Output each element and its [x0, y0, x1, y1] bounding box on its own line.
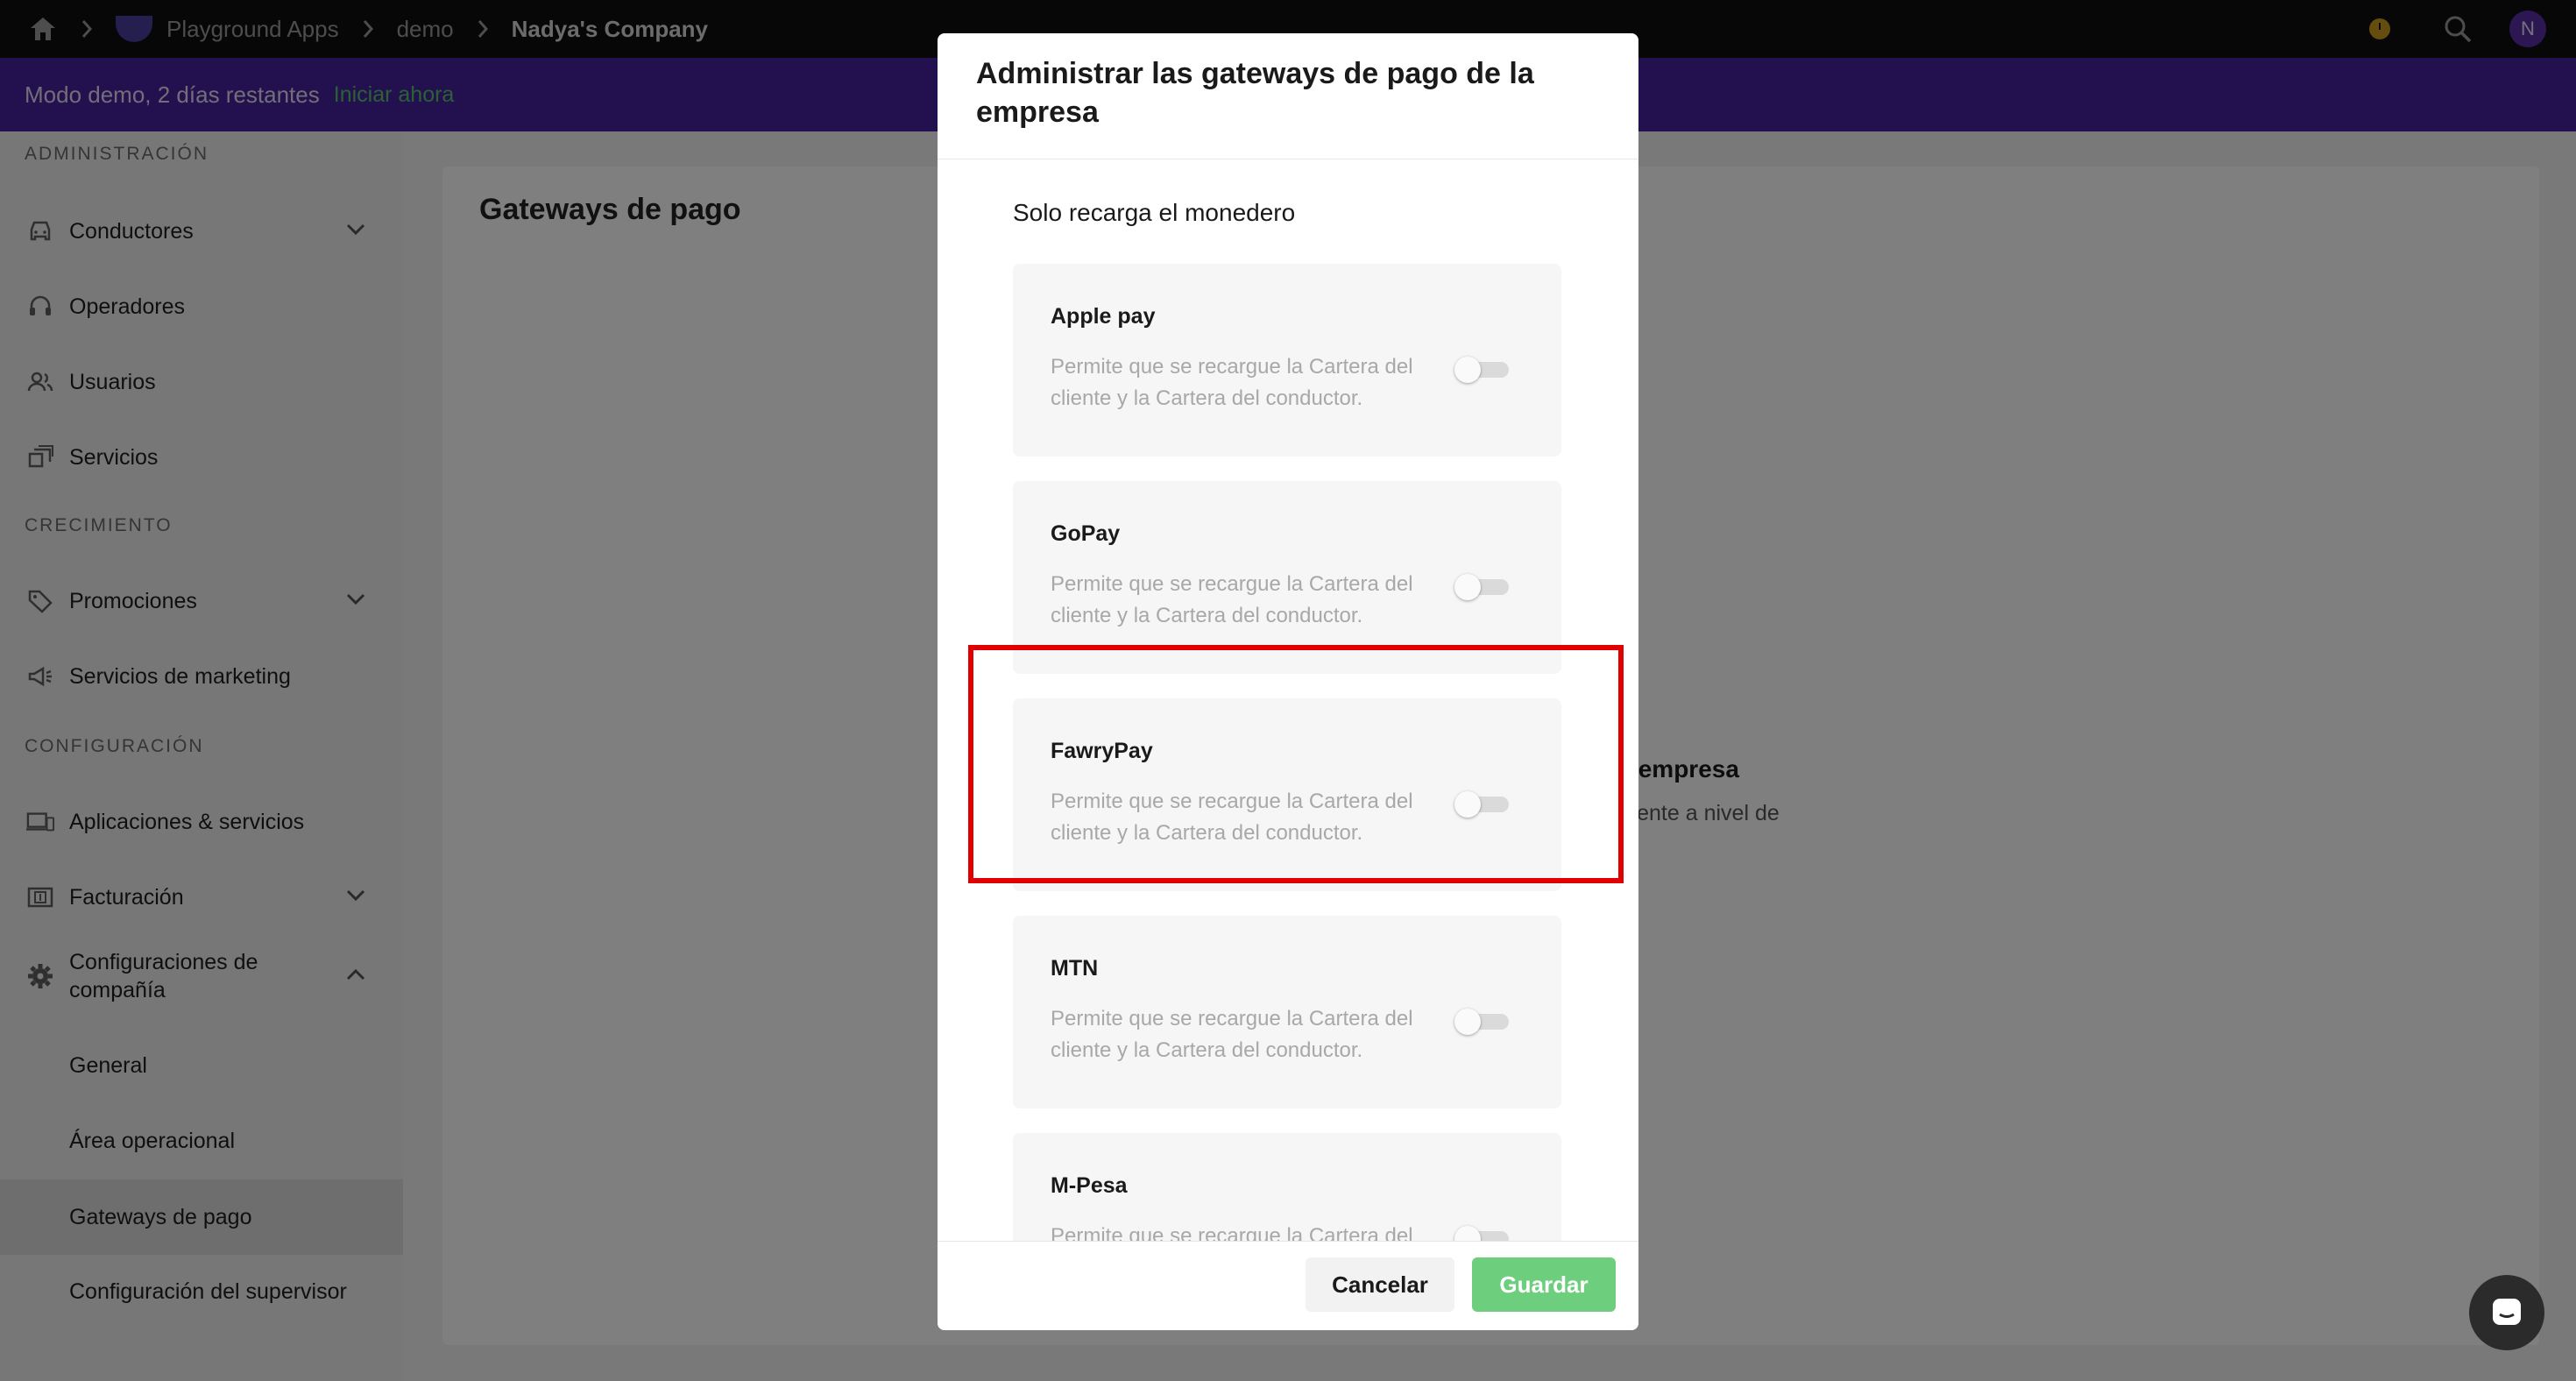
modal-footer: Cancelar Guardar	[938, 1241, 1638, 1330]
gateway-toggle-gopay[interactable]	[1454, 570, 1511, 602]
gateway-name: Apple pay	[1051, 304, 1156, 329]
modal-title: Administrar las gateways de pago de la e…	[976, 57, 1534, 129]
gateway-toggle-mtn[interactable]	[1454, 1005, 1511, 1037]
modal-header: Administrar las gateways de pago de la e…	[938, 33, 1638, 159]
chat-launcher-button[interactable]	[2469, 1275, 2544, 1350]
gateway-name: MTN	[1051, 956, 1099, 981]
gateway-toggle-apple-pay[interactable]	[1454, 353, 1511, 385]
gateway-description: Permite que se recargue la Cartera del c…	[1051, 355, 1413, 410]
cancel-button[interactable]: Cancelar	[1306, 1257, 1454, 1312]
gateway-card-mtn: MTN Permite que se recargue la Cartera d…	[1013, 916, 1561, 1108]
save-button[interactable]: Guardar	[1472, 1257, 1616, 1312]
gateway-name: GoPay	[1051, 521, 1121, 546]
highlight-box	[968, 645, 1624, 883]
gateway-name: M-Pesa	[1051, 1173, 1128, 1198]
gateway-card-apple-pay: Apple pay Permite que se recargue la Car…	[1013, 264, 1561, 457]
gateway-description: Permite que se recargue la Cartera del c…	[1051, 1007, 1413, 1062]
section-subtitle: Solo recarga el monedero	[1013, 199, 1296, 226]
chat-icon	[2489, 1295, 2524, 1330]
gateway-description: Permite que se recargue la Cartera del c…	[1051, 572, 1413, 627]
